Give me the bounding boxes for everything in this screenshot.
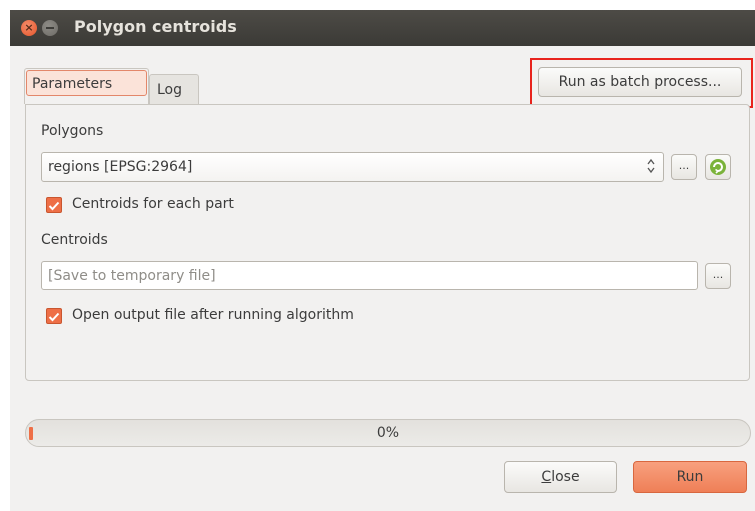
dialog-window: × Polygon centroids Parameters Log Run a… xyxy=(10,10,755,511)
spinner-arrows-icon xyxy=(647,158,655,174)
progress-bar: 0% xyxy=(25,419,751,447)
polygons-label: Polygons xyxy=(41,123,104,139)
checkmark-icon xyxy=(48,312,60,322)
open-output-checkbox[interactable] xyxy=(46,308,62,324)
tab-log[interactable]: Log xyxy=(149,74,199,104)
output-file-input[interactable] xyxy=(41,261,698,290)
window-title: Polygon centroids xyxy=(74,17,237,36)
run-button[interactable]: Run xyxy=(633,461,747,493)
polygons-browse-button[interactable]: ... xyxy=(671,154,697,180)
open-output-label: Open output file after running algorithm xyxy=(72,307,354,323)
iterate-icon xyxy=(710,159,726,175)
close-button-label: lose xyxy=(551,469,580,485)
centroids-each-part-checkbox[interactable] xyxy=(46,197,62,213)
progress-text: 0% xyxy=(376,425,400,441)
output-browse-button[interactable]: ... xyxy=(705,263,731,289)
window-close-icon[interactable]: × xyxy=(21,20,37,36)
close-button-accelerator: C xyxy=(541,469,552,485)
polygons-select-value: regions [EPSG:2964] xyxy=(48,159,193,175)
run-as-batch-button[interactable]: Run as batch process... xyxy=(538,67,742,97)
parameters-panel xyxy=(25,104,750,381)
polygons-select[interactable]: regions [EPSG:2964] xyxy=(41,152,664,182)
centroids-each-part-label: Centroids for each part xyxy=(72,196,234,212)
window-minimize-icon[interactable] xyxy=(42,20,58,36)
iterate-button[interactable] xyxy=(705,154,731,180)
title-bar: × Polygon centroids xyxy=(10,10,755,46)
checkmark-icon xyxy=(48,201,60,211)
tab-parameters[interactable]: Parameters xyxy=(26,70,147,96)
close-button[interactable]: Close xyxy=(504,461,617,493)
centroids-label: Centroids xyxy=(41,232,108,248)
